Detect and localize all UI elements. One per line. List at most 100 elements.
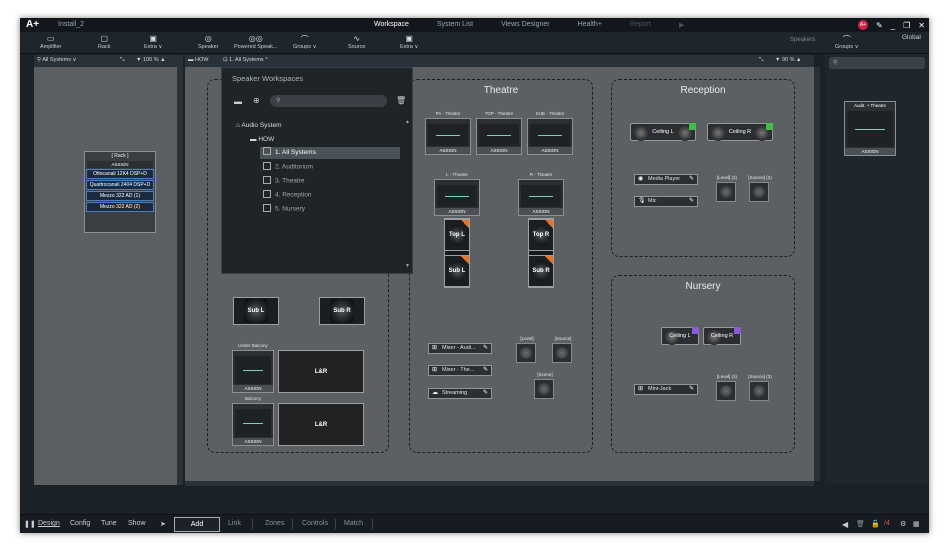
edit-icon[interactable]: ✎ — [483, 344, 488, 353]
knob-level-theatre[interactable]: [Level] — [516, 336, 536, 363]
rack-button[interactable]: ▢ Rack — [98, 34, 111, 50]
assign-button[interactable]: ASSIGN — [477, 147, 521, 154]
zoom-fit-icon[interactable]: ⤡ — [120, 57, 124, 64]
tree-item-auditorium[interactable]: 2. Auditorium — [263, 162, 313, 171]
user-avatar[interactable]: A+ — [857, 20, 868, 30]
restore-icon[interactable]: ❐ — [903, 21, 910, 30]
ceiling-l-nursery[interactable]: Ceiling L — [661, 327, 699, 345]
settings-icon[interactable]: ⚙ — [900, 520, 906, 528]
breadcrumb-root[interactable]: ▬ HOW — [188, 57, 208, 63]
speaker-lr-balcony[interactable]: L&R — [278, 403, 364, 446]
chip-mixer-audi[interactable]: ⊞ Mixer - Audi... ✎ — [428, 343, 492, 354]
zone-reception[interactable]: Reception — [611, 79, 795, 257]
extra-right-button[interactable]: ▣ Extra ∨ — [400, 34, 418, 50]
knob-scene-theatre[interactable]: [Scene] — [534, 372, 554, 399]
assign-button[interactable]: ASSIGN — [435, 208, 479, 215]
play-icon[interactable]: ▶ — [665, 21, 698, 29]
tree-audio-system[interactable]: ⌂ Audio System — [236, 122, 282, 129]
left-zoom[interactable]: ▼ 100 % ▲ — [136, 57, 166, 63]
tab-views-designer[interactable]: Views Designer — [487, 21, 564, 29]
assign-button[interactable]: ASSIGN — [519, 208, 563, 215]
rack-device[interactable]: Mezzo 322 AD (2) — [86, 202, 154, 212]
knob-level-nursery[interactable]: [Level] (3) — [716, 374, 737, 401]
knob-source-reception[interactable]: [Source] (2) — [748, 175, 772, 202]
device-top-theatre[interactable]: TOP - Theatre ASSIGN — [476, 111, 522, 155]
chip-streaming[interactable]: ☁ Streaming ✎ — [428, 388, 492, 399]
group-card-audit-theatre[interactable]: Audit. + Theatre ASSIGN — [844, 101, 896, 156]
rack-device[interactable]: Quattrocanali 2404 DSP+D — [86, 180, 154, 190]
speaker-top-r[interactable]: Top R — [528, 219, 554, 251]
assign-button[interactable]: ASSIGN — [426, 147, 470, 154]
speaker-sub-l-auditorium[interactable]: Sub L — [233, 297, 279, 325]
knob-source-theatre[interactable]: [Source] — [552, 336, 572, 363]
tab-add[interactable]: Add — [174, 517, 220, 532]
mode-config[interactable]: Config — [70, 520, 90, 527]
cursor-icon[interactable]: ➤ — [160, 520, 166, 528]
device-r-theatre[interactable]: R - Theatre ASSIGN — [518, 172, 564, 216]
chip-mini-jack[interactable]: ⊞ Mini-Jack ✎ — [634, 384, 698, 395]
groups-button[interactable]: ⌒ Groups ∨ — [293, 34, 317, 50]
install-tab[interactable]: Install_2 — [58, 21, 84, 28]
device-under-balcony[interactable]: Under Balcony ASSIGN — [232, 343, 274, 393]
mode-design[interactable]: Design — [38, 520, 60, 527]
knob-source-nursery[interactable]: [Source] (3) — [748, 374, 772, 401]
all-systems-dropdown[interactable]: ⚲ All Systems ∨ — [37, 57, 77, 63]
speaker-top-l[interactable]: Top L — [444, 219, 470, 251]
minimize-icon[interactable]: _ — [891, 21, 895, 30]
rack-device[interactable]: Ottocanali 12K4 DSP+D — [86, 169, 154, 179]
trash-icon[interactable]: 🗑 — [856, 520, 865, 528]
close-icon[interactable]: ✕ — [918, 21, 925, 30]
chip-media-player[interactable]: ◉ Media Player ✎ — [634, 174, 698, 185]
amplifier-button[interactable]: ▭ Amplifier — [40, 34, 61, 50]
edit-icon[interactable]: ✎ — [689, 197, 694, 206]
speaker-button[interactable]: ◎ Speaker — [198, 34, 219, 50]
device-pa-theatre[interactable]: PA - Theatre ASSIGN — [425, 111, 471, 155]
left-scrollbar[interactable] — [177, 55, 183, 485]
breadcrumb-current[interactable]: ⊡ 1. All Systems ^ — [223, 57, 268, 63]
mode-show[interactable]: Show — [128, 520, 146, 527]
popup-scroll-up[interactable]: ▲ — [405, 119, 410, 125]
tab-controls[interactable]: Controls — [302, 520, 328, 527]
popup-scroll-down[interactable]: ▼ — [405, 263, 410, 269]
tree-folder-how[interactable]: ▬ HOW — [250, 136, 274, 143]
rack-assign-button[interactable]: ASSIGN — [87, 161, 153, 168]
speaker-sub-l[interactable]: Sub L — [444, 255, 470, 287]
tab-report[interactable]: Report — [616, 21, 665, 29]
tab-match[interactable]: Match — [344, 520, 363, 527]
tree-item-reception[interactable]: 4. Reception — [263, 190, 312, 199]
speaker-volume-icon[interactable]: ◀ — [842, 520, 848, 529]
speaker-sub-r[interactable]: Sub R — [528, 255, 554, 287]
extra-left-button[interactable]: ▣ Extra ∨ — [144, 34, 162, 50]
speaker-lr-under-balcony[interactable]: L&R — [278, 350, 364, 393]
ceiling-r-nursery[interactable]: Ceiling R — [703, 327, 741, 345]
chip-mic[interactable]: 🎙 Mic ✎ — [634, 196, 698, 207]
rack-card[interactable]: [ Rack ] ASSIGN Ottocanali 12K4 DSP+D Qu… — [84, 151, 156, 233]
assign-button[interactable]: ASSIGN — [233, 385, 273, 392]
rack-device[interactable]: Mezzo 322 AD (1) — [86, 191, 154, 201]
tree-item-all-systems[interactable]: 1. All Systems — [260, 147, 400, 159]
zoom-fit-icon[interactable]: ⤡ — [759, 57, 763, 64]
groups-right-button[interactable]: ⌒ Groups ∨ — [835, 34, 859, 50]
workspace-search-input[interactable]: ⚲ — [270, 95, 387, 107]
knob-level-reception[interactable]: [Level] (2) — [716, 175, 737, 202]
mode-tune[interactable]: Tune — [101, 520, 117, 527]
ceiling-l-reception[interactable]: Ceiling L — [630, 123, 696, 141]
speaker-sub-r-auditorium[interactable]: Sub R — [319, 297, 365, 325]
edit-icon[interactable]: ✎ — [483, 389, 488, 398]
main-zoom[interactable]: ▼ 90 % ▲ — [775, 57, 802, 63]
tab-link[interactable]: Link — [228, 520, 241, 527]
assign-button[interactable]: ASSIGN — [845, 148, 895, 155]
zone-nursery[interactable]: Nursery — [611, 275, 795, 453]
tab-system-list[interactable]: System List — [423, 21, 487, 29]
add-workspace-icon[interactable]: ⊕ — [253, 96, 260, 105]
pin-icon[interactable]: ✎ — [876, 21, 883, 30]
assign-button[interactable]: ASSIGN — [528, 147, 572, 154]
main-scrollbar-h[interactable] — [185, 481, 814, 486]
unlock-icon[interactable]: 🔓 — [871, 520, 880, 528]
tab-workspace[interactable]: Workspace — [360, 21, 423, 29]
global-label[interactable]: Global — [902, 34, 921, 41]
device-sub-theatre[interactable]: SUB - Theatre ASSIGN — [527, 111, 573, 155]
powered-speaker-button[interactable]: ◎◎ Powered Speak... — [234, 34, 277, 50]
device-l-theatre[interactable]: L - Theatre ASSIGN — [434, 172, 480, 216]
edit-icon[interactable]: ✎ — [689, 385, 694, 394]
